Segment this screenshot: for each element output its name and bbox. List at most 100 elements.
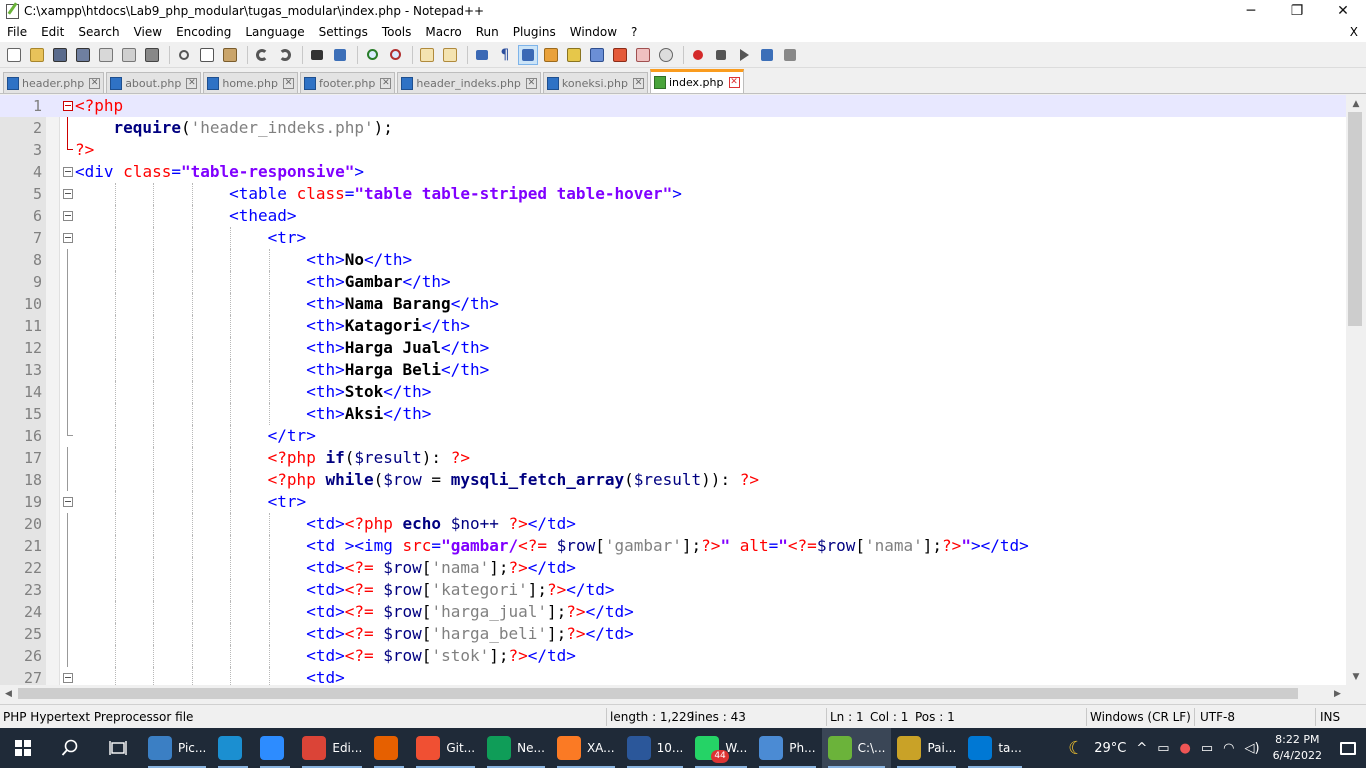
code-text[interactable]: <?php bbox=[75, 95, 123, 117]
sync-horizontal-icon[interactable] bbox=[440, 45, 460, 65]
code-line[interactable]: 14 <th>Stok</th> bbox=[0, 381, 1346, 403]
code-text[interactable]: <?php if($result): ?> bbox=[75, 447, 470, 469]
code-text[interactable]: </tr> bbox=[75, 425, 316, 447]
fold-toggle-icon[interactable] bbox=[63, 497, 73, 507]
menu-help[interactable]: ? bbox=[624, 22, 644, 42]
code-line[interactable]: 8 <th>No</th> bbox=[0, 249, 1346, 271]
taskbar-chrome-profile[interactable]: Ne... bbox=[481, 728, 551, 768]
taskbar-edge[interactable] bbox=[212, 728, 254, 768]
menu-encoding[interactable]: Encoding bbox=[169, 22, 238, 42]
save-icon[interactable] bbox=[50, 45, 70, 65]
code-text[interactable]: <thead> bbox=[75, 205, 296, 227]
wifi-icon[interactable]: ◠ bbox=[1218, 741, 1239, 756]
code-line[interactable]: 12 <th>Harga Jual</th> bbox=[0, 337, 1346, 359]
taskbar-xampp[interactable]: XA... bbox=[551, 728, 621, 768]
paste-icon[interactable] bbox=[220, 45, 240, 65]
code-text[interactable]: <div class="table-responsive"> bbox=[75, 161, 364, 183]
network-warning-icon[interactable]: ● bbox=[1175, 741, 1196, 756]
tab-close-icon[interactable]: ✕ bbox=[525, 77, 537, 89]
code-text[interactable]: <th>No</th> bbox=[75, 249, 412, 271]
tab-close-icon[interactable]: ✕ bbox=[380, 77, 392, 89]
cut-icon[interactable] bbox=[174, 45, 194, 65]
scroll-right-icon[interactable]: ▶ bbox=[1329, 685, 1346, 702]
menu-settings[interactable]: Settings bbox=[312, 22, 375, 42]
code-text[interactable]: <td ><img src="gambar/<?= $row['gambar']… bbox=[75, 535, 1029, 557]
code-text[interactable]: require('header_indeks.php'); bbox=[75, 117, 393, 139]
volume-icon[interactable]: ◁) bbox=[1240, 741, 1265, 756]
menu-window[interactable]: Window bbox=[563, 22, 624, 42]
taskbar-notepadpp[interactable]: C:\... bbox=[821, 728, 892, 768]
code-text[interactable]: <td><?= $row['stok'];?></td> bbox=[75, 645, 576, 667]
menu-file[interactable]: File bbox=[0, 22, 34, 42]
weather-temperature[interactable]: 29°C bbox=[1089, 741, 1131, 756]
code-line[interactable]: 5 <table class="table table-striped tabl… bbox=[0, 183, 1346, 205]
code-line[interactable]: 7 <tr> bbox=[0, 227, 1346, 249]
folder-workspace-icon[interactable] bbox=[610, 45, 630, 65]
code-text[interactable]: <th>Nama Barang</th> bbox=[75, 293, 499, 315]
tab-about-php[interactable]: about.php ✕ bbox=[106, 72, 202, 93]
fold-toggle-icon[interactable] bbox=[63, 167, 73, 177]
redo-icon[interactable] bbox=[275, 45, 295, 65]
tab-close-icon[interactable]: ✕ bbox=[186, 77, 198, 89]
menu-view[interactable]: View bbox=[127, 22, 169, 42]
tab-koneksi-php[interactable]: koneksi.php ✕ bbox=[542, 72, 648, 93]
code-text[interactable]: <th>Stok</th> bbox=[75, 381, 431, 403]
vertical-scrollbar[interactable]: ▲ ▼ bbox=[1346, 95, 1366, 685]
scroll-down-icon[interactable]: ▼ bbox=[1346, 668, 1366, 685]
tab-header-php[interactable]: header.php ✕ bbox=[3, 72, 105, 93]
taskbar-paint[interactable]: Pai... bbox=[891, 728, 962, 768]
code-line[interactable]: 3 ?> bbox=[0, 139, 1346, 161]
code-text[interactable]: <td><?= $row['nama'];?></td> bbox=[75, 557, 576, 579]
close-icon[interactable] bbox=[96, 45, 116, 65]
scroll-left-icon[interactable]: ◀ bbox=[0, 685, 17, 702]
code-editor[interactable]: 1 <?php 2 require('header_indeks.php'); 3 ?>… bbox=[0, 95, 1366, 685]
menu-edit[interactable]: Edit bbox=[34, 22, 71, 42]
taskbar-photos[interactable]: Pic... bbox=[142, 728, 212, 768]
tab-home-php[interactable]: home.php ✕ bbox=[203, 72, 298, 93]
clock[interactable]: 8:22 PM 6/4/2022 bbox=[1265, 732, 1330, 764]
code-text[interactable]: <th>Aksi</th> bbox=[75, 403, 431, 425]
restore-button[interactable]: ❐ bbox=[1274, 0, 1320, 22]
show-hidden-icons-icon[interactable]: ^ bbox=[1131, 741, 1152, 756]
menu-run[interactable]: Run bbox=[469, 22, 506, 42]
code-text[interactable]: ?> bbox=[75, 139, 94, 161]
code-line[interactable]: 21 <td ><img src="gambar/<?= $row['gamba… bbox=[0, 535, 1346, 557]
code-text[interactable]: <td> bbox=[75, 667, 345, 685]
horizontal-scroll-thumb[interactable] bbox=[18, 688, 1298, 699]
code-text[interactable]: <th>Harga Jual</th> bbox=[75, 337, 489, 359]
code-line[interactable]: 15 <th>Aksi</th> bbox=[0, 403, 1346, 425]
fold-toggle-icon[interactable] bbox=[63, 189, 73, 199]
meet-now-icon[interactable]: ▭ bbox=[1152, 741, 1174, 756]
code-text[interactable]: <td><?= $row['harga_jual'];?></td> bbox=[75, 601, 634, 623]
monitoring-icon[interactable] bbox=[633, 45, 653, 65]
code-line[interactable]: 6 <thead> bbox=[0, 205, 1346, 227]
taskbar-photo-viewer[interactable]: Ph... bbox=[753, 728, 821, 768]
code-text[interactable]: <table class="table table-striped table-… bbox=[75, 183, 682, 205]
fold-toggle-icon[interactable] bbox=[63, 211, 73, 221]
tab-close-icon[interactable]: ✕ bbox=[632, 77, 644, 89]
task-view-icon[interactable] bbox=[94, 728, 142, 768]
code-line[interactable]: 18 <?php while($row = mysqli_fetch_array… bbox=[0, 469, 1346, 491]
code-line[interactable]: 19 <tr> bbox=[0, 491, 1346, 513]
code-line[interactable]: 20 <td><?php echo $no++ ?></td> bbox=[0, 513, 1346, 535]
record-macro-icon[interactable] bbox=[688, 45, 708, 65]
start-button[interactable] bbox=[0, 728, 46, 768]
save-macro-icon[interactable] bbox=[780, 45, 800, 65]
play-macro-icon[interactable] bbox=[734, 45, 754, 65]
save-all-icon[interactable] bbox=[73, 45, 93, 65]
undo-icon[interactable] bbox=[252, 45, 272, 65]
find-icon[interactable] bbox=[307, 45, 327, 65]
taskbar-chrome[interactable]: Edi... bbox=[296, 728, 368, 768]
tab-close-icon[interactable]: ✕ bbox=[728, 77, 740, 88]
doc-map-icon[interactable] bbox=[564, 45, 584, 65]
indent-guide-icon[interactable] bbox=[518, 44, 538, 65]
fold-toggle-icon[interactable] bbox=[63, 233, 73, 243]
tab-footer-php[interactable]: footer.php ✕ bbox=[299, 72, 396, 93]
print-icon[interactable] bbox=[142, 45, 162, 65]
menu-macro[interactable]: Macro bbox=[418, 22, 468, 42]
search-icon[interactable] bbox=[46, 728, 94, 768]
close-document-button[interactable]: X bbox=[1350, 22, 1358, 42]
taskbar-firefox[interactable] bbox=[368, 728, 410, 768]
menu-language[interactable]: Language bbox=[238, 22, 311, 42]
code-line[interactable]: 9 <th>Gambar</th> bbox=[0, 271, 1346, 293]
